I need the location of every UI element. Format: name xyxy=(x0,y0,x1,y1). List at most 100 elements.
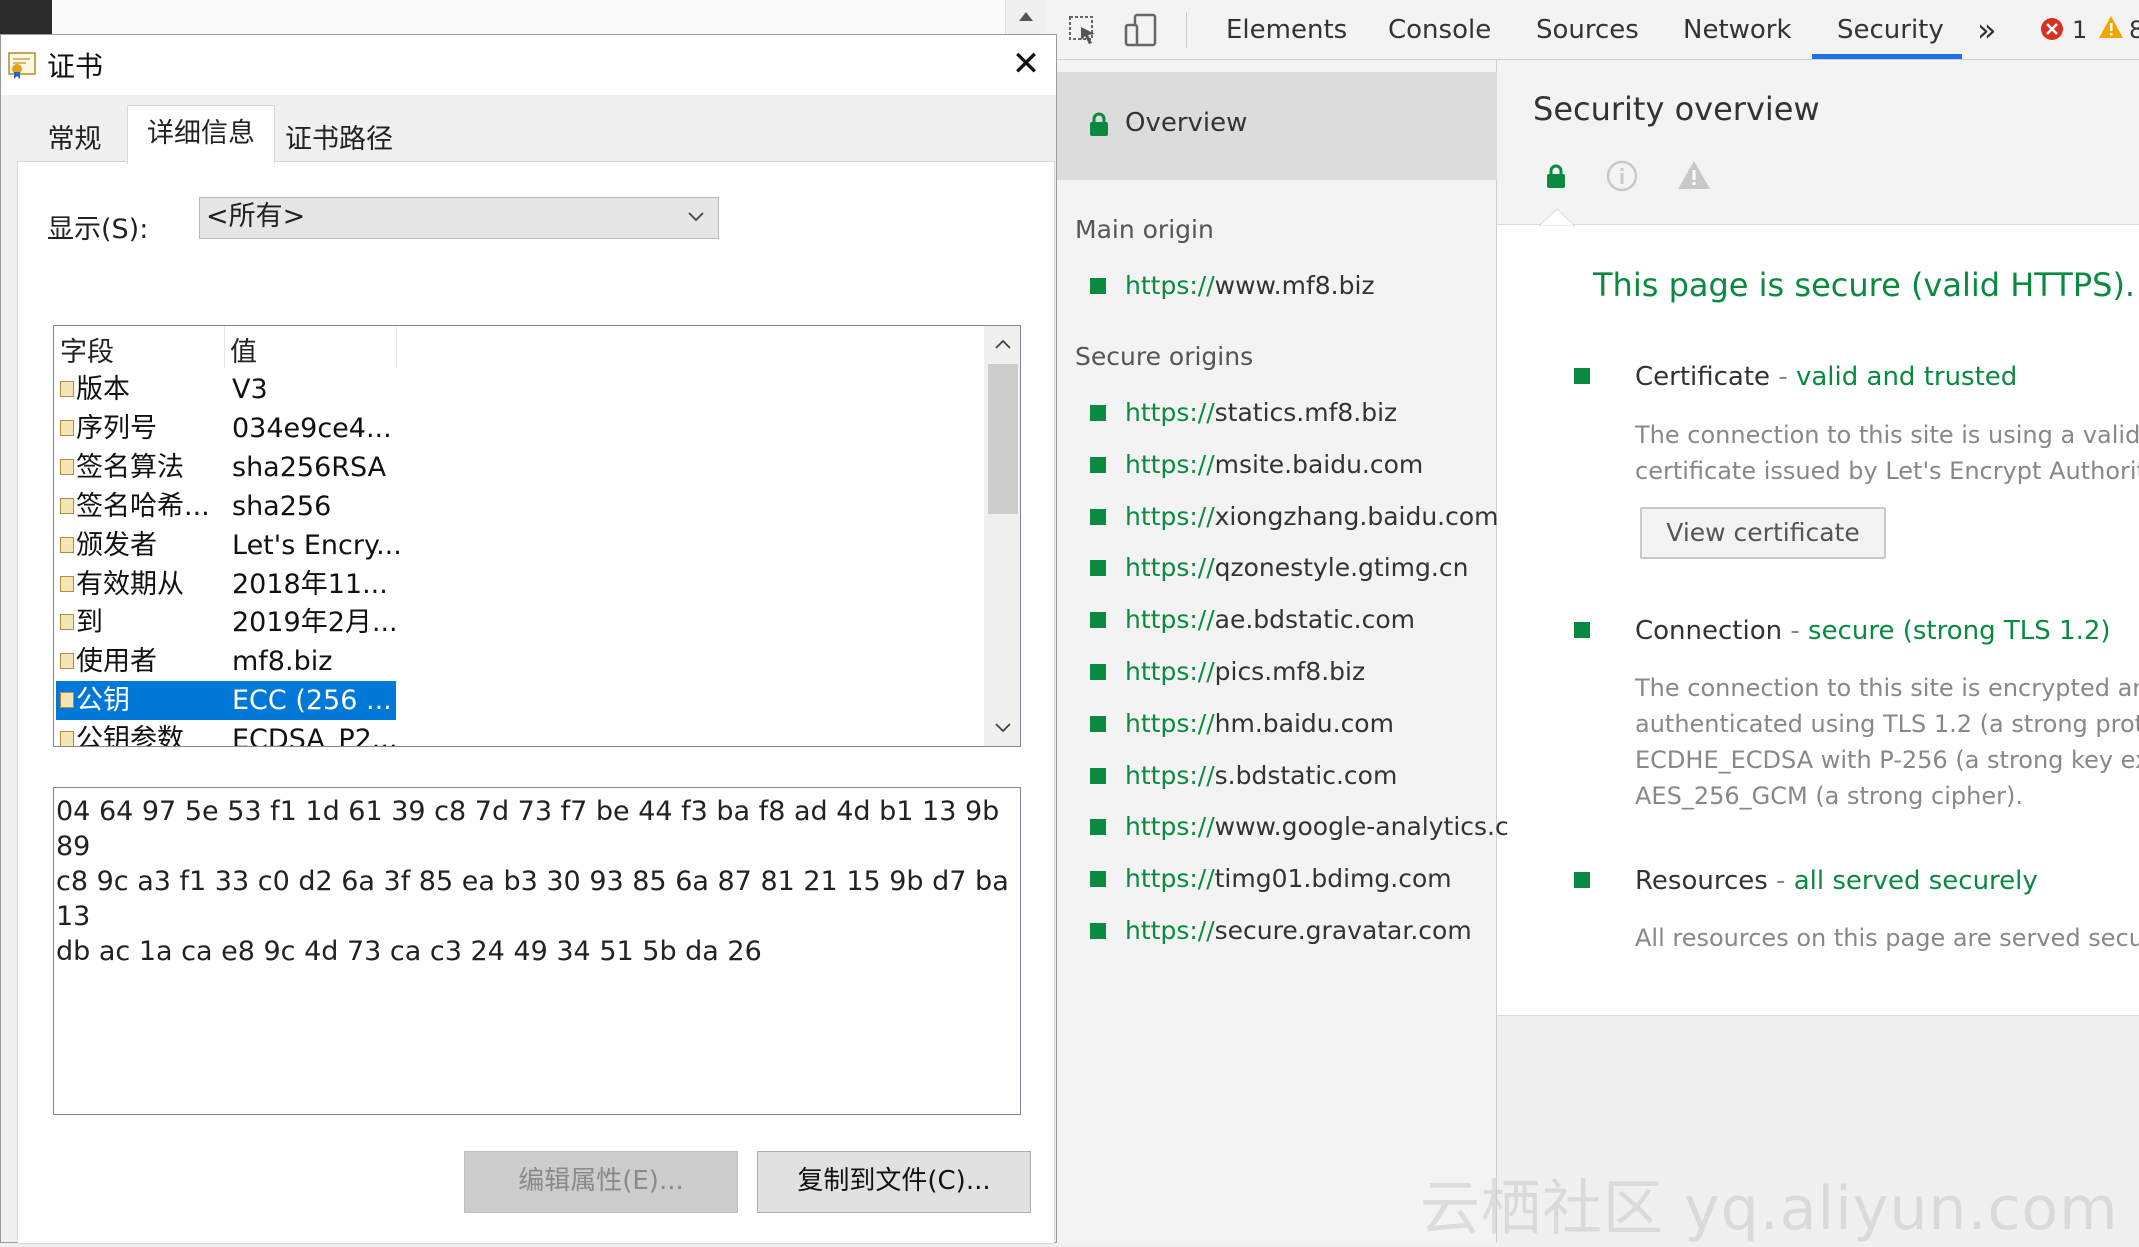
tab-general[interactable]: 常规 xyxy=(23,118,126,161)
connection-description: The connection to this site is encrypted… xyxy=(1635,670,2139,814)
sidebar-item-overview[interactable]: Overview xyxy=(1045,72,1497,180)
scroll-up-icon[interactable] xyxy=(1018,10,1034,22)
field-list-scrollbar[interactable] xyxy=(984,326,1020,746)
sidebar-item-origin[interactable]: https://msite.baidu.com xyxy=(1045,447,1497,487)
column-header-field[interactable]: 字段 xyxy=(60,330,114,369)
error-icon[interactable] xyxy=(2040,17,2064,41)
secure-status-icon xyxy=(1090,508,1106,525)
table-row[interactable]: 签名哈希... sha256 xyxy=(54,487,994,526)
field-value: Let's Encry... xyxy=(232,529,402,561)
table-row[interactable]: 序列号 034e9ce4... xyxy=(54,409,994,448)
value-line: 04 64 97 5e 53 f1 1d 61 39 c8 7d 73 f7 b… xyxy=(56,796,1000,862)
field-icon xyxy=(60,419,74,436)
security-overview-panel: Security overview This page is secure (v… xyxy=(1497,60,2139,1243)
scroll-thumb[interactable] xyxy=(988,364,1018,514)
column-header-value[interactable]: 值 xyxy=(230,330,257,369)
inspect-element-icon[interactable] xyxy=(1067,14,1099,46)
secure-status-icon xyxy=(1090,405,1106,421)
sidebar-item-origin[interactable]: https://qzonestyle.gtimg.cn xyxy=(1045,550,1497,590)
copy-to-file-button[interactable]: 复制到文件(C)... xyxy=(757,1151,1031,1213)
table-row[interactable]: 公钥参数 ECDSA_P2... xyxy=(54,720,994,747)
origin-scheme: https:// xyxy=(1125,271,1215,300)
field-icon xyxy=(60,575,74,592)
field-icon xyxy=(60,381,74,397)
dialog-titlebar: 证书 ✕ xyxy=(1,35,1056,95)
desc-line: The connection to this site is encrypted… xyxy=(1635,674,2139,702)
sidebar-item-origin[interactable]: https://www.google-analytics.c xyxy=(1045,809,1509,849)
warning-icon[interactable] xyxy=(2098,15,2124,39)
security-summary: This page is secure (valid HTTPS). xyxy=(1593,266,2136,304)
sidebar-item-origin[interactable]: https://ae.bdstatic.com xyxy=(1045,602,1497,642)
field-icon xyxy=(60,536,74,553)
origin-host: secure.gravatar.com xyxy=(1214,916,1472,945)
table-row[interactable]: 签名算法 sha256RSA xyxy=(54,448,994,487)
tab-console[interactable]: Console xyxy=(1388,0,1491,60)
sidebar-item-origin[interactable]: https://statics.mf8.biz xyxy=(1045,395,1497,435)
desc-line: authenticated using TLS 1.2 (a strong pr… xyxy=(1635,710,2139,738)
device-toolbar-icon[interactable] xyxy=(1123,12,1159,48)
table-row[interactable]: 颁发者 Let's Encry... xyxy=(54,526,994,565)
scroll-down-icon[interactable] xyxy=(995,723,1011,733)
page-title: Security overview xyxy=(1533,90,1820,128)
main-origin-heading: Main origin xyxy=(1075,215,1214,244)
tab-security[interactable]: Security xyxy=(1837,0,1944,60)
close-icon[interactable]: ✕ xyxy=(1001,39,1051,89)
edit-properties-button[interactable]: 编辑属性(E)... xyxy=(464,1151,738,1213)
table-row[interactable]: 使用者 mf8.biz xyxy=(54,642,994,681)
more-tabs-icon[interactable]: » xyxy=(1977,0,1997,60)
table-row[interactable]: 到 2019年2月... xyxy=(54,603,994,642)
sidebar-item-origin[interactable]: https://secure.gravatar.com xyxy=(1045,913,1497,953)
page-scrollbar[interactable] xyxy=(1005,0,1045,34)
field-icon xyxy=(60,692,74,709)
view-certificate-button[interactable]: View certificate xyxy=(1640,507,1886,559)
origin-host: xiongzhang.baidu.com xyxy=(1214,501,1499,531)
connection-label: Connection xyxy=(1635,616,1783,646)
secure-status-icon xyxy=(1090,560,1106,577)
column-divider xyxy=(224,326,225,368)
table-row[interactable]: 版本 V3 xyxy=(54,370,994,409)
error-count[interactable]: 1 xyxy=(2072,0,2087,60)
origin-host: msite.baidu.com xyxy=(1214,449,1424,479)
tab-details[interactable]: 详细信息 xyxy=(127,105,275,164)
sidebar-item-origin[interactable]: https://pics.mf8.biz xyxy=(1045,654,1497,694)
secure-lock-icon xyxy=(1547,164,1565,188)
field-value: ECDSA_P2... xyxy=(232,724,398,747)
tab-sources[interactable]: Sources xyxy=(1536,0,1639,60)
origin-host: qzonestyle.gtimg.cn xyxy=(1214,553,1469,583)
origin-host: hm.baidu.com xyxy=(1214,708,1394,738)
certificate-status: valid and trusted xyxy=(1795,362,2018,392)
column-divider xyxy=(396,326,397,368)
sidebar-item-origin[interactable]: https://xiongzhang.baidu.com xyxy=(1045,499,1499,539)
tab-cert-path[interactable]: 证书路径 xyxy=(274,118,404,161)
background-page-strip xyxy=(52,0,1045,34)
origin-scheme: https:// xyxy=(1125,449,1215,479)
resources-label: Resources xyxy=(1635,866,1768,896)
sidebar-item-origin[interactable]: https://s.bdstatic.com xyxy=(1045,758,1497,798)
secure-status-icon xyxy=(1090,715,1106,732)
field-name: 签名哈希... xyxy=(76,490,210,522)
origin-host: ae.bdstatic.com xyxy=(1214,605,1415,635)
secure-status-icon xyxy=(1090,278,1106,294)
desc-line: ECDHE_ECDSA with P-256 (a strong key exc… xyxy=(1635,746,2139,774)
field-name: 颁发者 xyxy=(76,529,157,561)
field-value-text[interactable]: 04 64 97 5e 53 f1 1d 61 39 c8 7d 73 f7 b… xyxy=(53,787,1021,1115)
sidebar-item-main-origin[interactable]: https://www.mf8.biz xyxy=(1045,268,1497,308)
field-value: V3 xyxy=(232,374,268,405)
field-name: 公钥参数 xyxy=(76,724,184,747)
table-row[interactable]: 公钥 ECC (256 ... xyxy=(54,681,994,721)
warning-count[interactable]: 8 xyxy=(2129,0,2139,60)
origin-host: www.google-analytics.c xyxy=(1214,812,1509,842)
tab-elements[interactable]: Elements xyxy=(1226,0,1347,60)
origin-host: s.bdstatic.com xyxy=(1214,760,1398,790)
field-list[interactable]: 字段 值 版本 V3 序列号 034e9ce4... 签名算法 sha256RSA 签名哈希… xyxy=(53,325,1021,747)
desc-line: The connection to this site is using a v… xyxy=(1635,421,2139,449)
show-label: 显示(S): xyxy=(47,214,149,245)
show-select[interactable]: <所有> xyxy=(199,197,719,239)
tab-network[interactable]: Network xyxy=(1683,0,1792,60)
table-row[interactable]: 有效期从 2018年11... xyxy=(54,565,994,604)
info-icon xyxy=(1606,160,1638,192)
sidebar-item-origin[interactable]: https://timg01.bdimg.com xyxy=(1045,861,1497,901)
sidebar-item-origin[interactable]: https://hm.baidu.com xyxy=(1045,706,1497,746)
secure-status-icon xyxy=(1090,923,1106,939)
scroll-up-icon[interactable] xyxy=(995,339,1011,349)
